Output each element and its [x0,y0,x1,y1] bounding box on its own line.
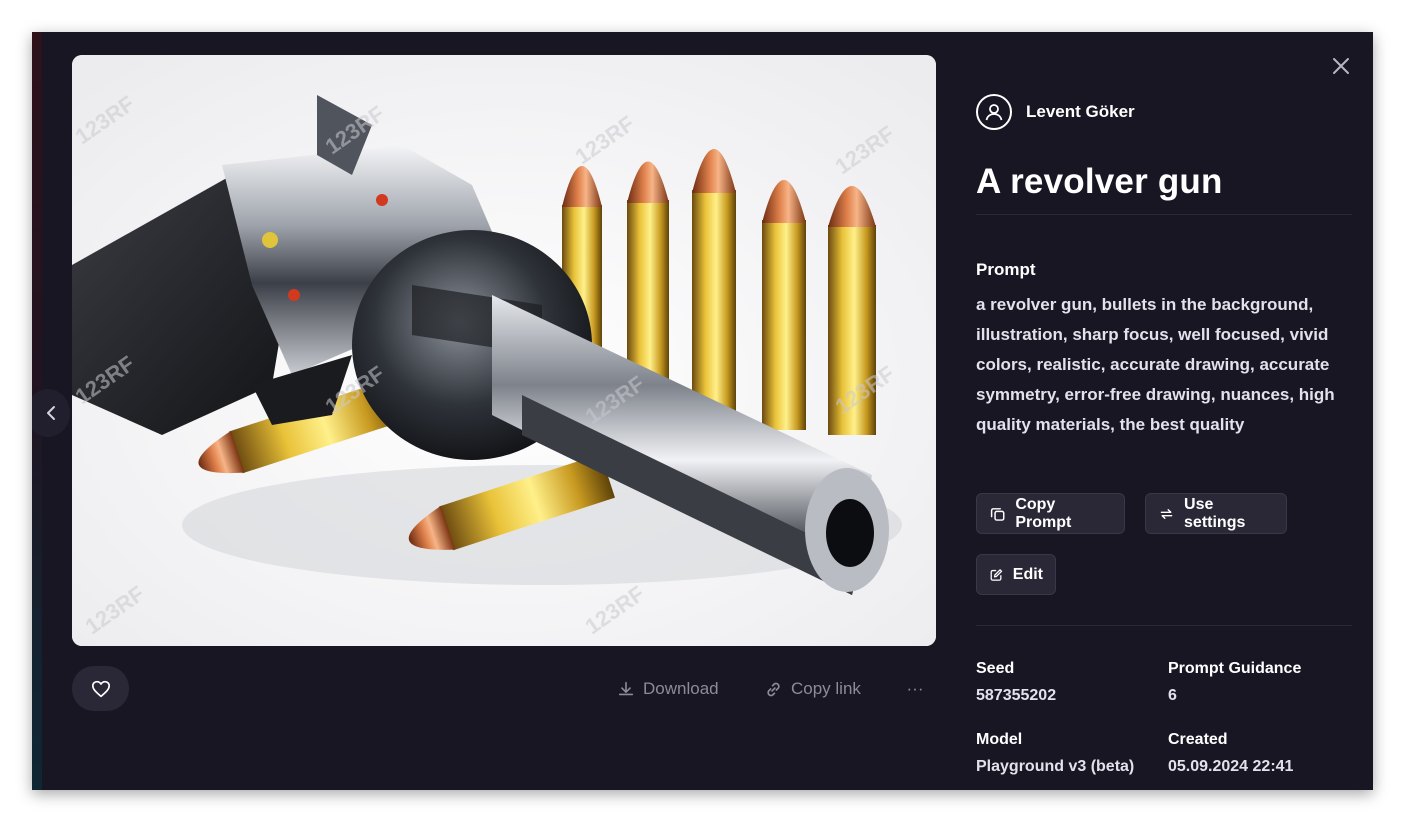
copy-link-label: Copy link [791,679,861,698]
prompt-guidance-label: Prompt Guidance [1168,660,1302,677]
download-button[interactable]: Download [617,676,719,702]
author[interactable]: Levent Göker [976,94,1135,130]
download-icon [618,681,634,696]
avatar [976,94,1012,130]
divider [976,214,1352,215]
created-value: 05.09.2024 22:41 [1168,758,1294,775]
divider [976,625,1352,626]
seed-label: Seed [976,660,1015,677]
prompt-guidance-value: 6 [1168,687,1177,704]
heart-icon [91,680,110,697]
edit-label: Edit [1012,565,1043,583]
repeat-icon [1160,508,1173,519]
model-label: Model [976,731,1023,748]
more-options-button[interactable]: ··· [904,676,926,702]
previous-image-button[interactable] [32,389,70,437]
details-panel: Levent Göker A revolver gun Prompt a rev… [976,32,1352,790]
link-icon [767,682,780,696]
user-icon [985,104,1003,121]
edit-icon [990,568,1003,581]
image-title: A revolver gun [976,162,1223,201]
more-icon: ··· [906,679,924,698]
use-settings-button[interactable]: Use settings [1145,493,1287,534]
author-name: Levent Göker [1026,102,1135,121]
copy-link-button[interactable]: Copy link [764,676,861,702]
revolver-illustration: 123RF 123RF 123RF 123RF 123RF 123RF 123R… [72,55,936,646]
seed-value: 587355202 [976,687,1057,704]
copy-prompt-button[interactable]: Copy Prompt [976,493,1125,534]
image-detail-modal: 123RF 123RF 123RF 123RF 123RF 123RF 123R… [32,32,1373,790]
use-settings-label: Use settings [1184,495,1246,531]
download-label: Download [643,679,719,698]
generated-image[interactable]: 123RF 123RF 123RF 123RF 123RF 123RF 123R… [72,55,936,646]
copy-icon [990,507,1005,521]
prompt-text: a revolver gun, bullets in the backgroun… [976,295,1335,434]
created-label: Created [1168,731,1228,748]
copy-prompt-label: Copy Prompt [1015,495,1072,531]
edit-button[interactable]: Edit [976,554,1056,595]
chevron-left-icon [47,406,55,420]
like-button[interactable] [72,666,129,711]
prompt-label: Prompt [976,260,1036,279]
model-value: Playground v3 (beta) [976,758,1135,775]
